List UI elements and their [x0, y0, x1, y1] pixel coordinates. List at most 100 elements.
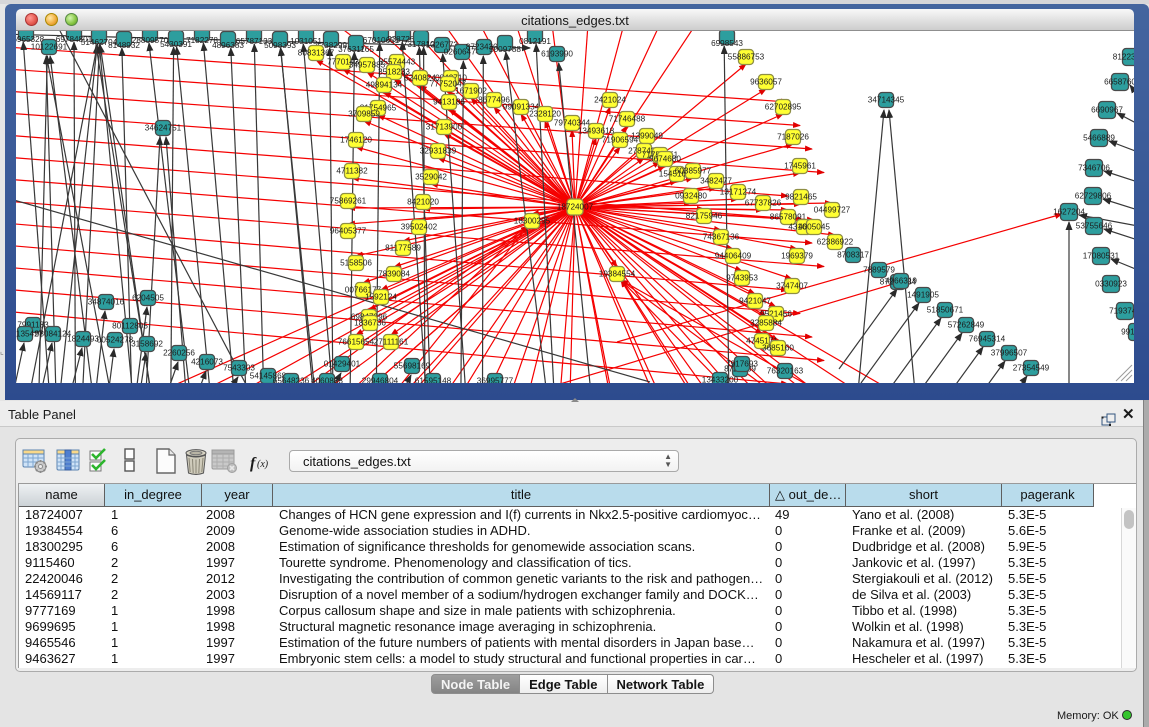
- svg-text:1746120: 1746120: [340, 136, 372, 145]
- svg-text:62729806: 62729806: [1075, 192, 1112, 201]
- svg-text:3158692: 3158692: [131, 340, 163, 349]
- svg-text:96405377: 96405377: [330, 227, 367, 236]
- svg-text:2328120: 2328120: [529, 110, 561, 119]
- svg-text:8708317: 8708317: [837, 251, 869, 260]
- svg-text:61595148: 61595148: [415, 377, 452, 384]
- svg-text:4216073: 4216073: [191, 358, 223, 367]
- svg-text:5009788: 5009788: [489, 45, 521, 54]
- svg-text:0932480: 0932480: [675, 192, 707, 201]
- svg-text:01429401: 01429401: [324, 360, 361, 369]
- svg-text:04499727: 04499727: [814, 206, 851, 215]
- svg-text:1592124: 1592124: [365, 293, 397, 302]
- svg-text:1969379: 1969379: [781, 252, 813, 261]
- svg-text:1671902: 1671902: [455, 87, 487, 96]
- svg-text:75869261: 75869261: [330, 197, 367, 206]
- svg-text:9413186: 9413186: [433, 98, 465, 107]
- svg-text:18724007: 18724007: [557, 203, 594, 212]
- svg-text:4711382: 4711382: [336, 167, 368, 176]
- svg-text:37996507: 37996507: [991, 349, 1028, 358]
- svg-text:3529042: 3529042: [415, 173, 447, 182]
- svg-text:29946804: 29946804: [362, 377, 399, 384]
- svg-text:6690967: 6690967: [1091, 106, 1123, 115]
- svg-text:5158506: 5158506: [340, 259, 372, 268]
- svg-text:27111161: 27111161: [374, 338, 409, 347]
- svg-text:94406409: 94406409: [715, 252, 752, 261]
- svg-text:18300295: 18300295: [514, 217, 551, 226]
- svg-text:5466889: 5466889: [1083, 134, 1115, 143]
- svg-text:6204505: 6204505: [132, 294, 164, 303]
- svg-text:4005045: 4005045: [798, 223, 830, 232]
- svg-text:13433200: 13433200: [702, 376, 739, 384]
- svg-text:3685160: 3685160: [762, 344, 794, 353]
- svg-text:7839084: 7839084: [378, 270, 410, 279]
- svg-text:67737826: 67737826: [745, 199, 782, 208]
- svg-text:34624751: 34624751: [145, 124, 182, 133]
- svg-text:1491905: 1491905: [907, 291, 939, 300]
- svg-text:7917693: 7917693: [726, 360, 758, 369]
- svg-text:3482477: 3482477: [700, 177, 732, 186]
- svg-text:1745961: 1745961: [784, 162, 816, 171]
- svg-text:49894134: 49894134: [366, 81, 403, 90]
- svg-text:81177589: 81177589: [385, 244, 421, 253]
- svg-text:80112805: 80112805: [112, 322, 148, 331]
- svg-text:17080531: 17080531: [1083, 252, 1120, 261]
- svg-text:8421020: 8421020: [407, 198, 439, 207]
- svg-text:76945314: 76945314: [969, 335, 1006, 344]
- svg-text:6998543: 6998543: [711, 39, 743, 48]
- svg-text:81223623: 81223623: [1113, 53, 1134, 62]
- svg-text:55698169: 55698169: [394, 362, 431, 371]
- svg-text:9821465: 9821465: [785, 193, 817, 202]
- svg-text:62386922: 62386922: [817, 238, 854, 247]
- svg-text:32931839: 32931839: [420, 147, 457, 156]
- svg-text:74367136: 74367136: [703, 233, 740, 242]
- svg-text:19384554: 19384554: [599, 270, 636, 279]
- svg-text:65648236: 65648236: [273, 377, 310, 384]
- svg-text:9743953: 9743953: [726, 274, 758, 283]
- svg-text:13493618: 13493618: [578, 127, 615, 136]
- svg-text:5674680: 5674680: [649, 155, 681, 164]
- svg-text:60385977: 60385977: [675, 167, 712, 176]
- svg-text:37631165: 37631165: [338, 45, 374, 54]
- svg-text:36995777: 36995777: [477, 377, 514, 384]
- svg-text:76320163: 76320163: [767, 367, 804, 376]
- svg-text:1824493: 1824493: [67, 335, 99, 344]
- svg-text:9421047: 9421047: [739, 297, 771, 306]
- svg-text:0330923: 0330923: [1095, 280, 1127, 289]
- svg-text:f: f: [250, 455, 257, 472]
- svg-text:1627204: 1627204: [1053, 208, 1085, 217]
- svg-text:39502402: 39502402: [401, 223, 438, 232]
- svg-text:80831367: 80831367: [298, 49, 335, 58]
- svg-text:7889579: 7889579: [863, 266, 895, 275]
- svg-text:4060883: 4060883: [311, 377, 343, 384]
- svg-text:00524278: 00524278: [97, 336, 134, 345]
- svg-text:6193990: 6193990: [541, 50, 573, 59]
- svg-text:7346706: 7346706: [1078, 164, 1110, 173]
- svg-text:13171274: 13171274: [720, 188, 757, 197]
- svg-text:3747407: 3747407: [776, 282, 808, 291]
- svg-text:4966319: 4966319: [885, 277, 917, 286]
- svg-text:0812191: 0812191: [519, 37, 551, 46]
- svg-text:53755646: 53755646: [1076, 222, 1113, 231]
- svg-text:9912419: 9912419: [1121, 328, 1134, 337]
- svg-text:62702895: 62702895: [765, 103, 802, 112]
- svg-text:6658760: 6658760: [1104, 78, 1134, 87]
- svg-text:7193745: 7193745: [1109, 307, 1134, 316]
- svg-text:34874016: 34874016: [88, 298, 125, 307]
- svg-text:9636057: 9636057: [750, 78, 782, 87]
- svg-text:71746488: 71746488: [609, 115, 646, 124]
- svg-text:76615654: 76615654: [338, 338, 375, 347]
- svg-text:7187026: 7187026: [777, 133, 809, 142]
- svg-text:3285884: 3285884: [750, 319, 782, 328]
- svg-text:57262849: 57262849: [948, 321, 985, 330]
- svg-text:2260256: 2260256: [163, 349, 195, 358]
- svg-text:55886753: 55886753: [728, 53, 765, 62]
- svg-text:82175946: 82175946: [686, 212, 723, 221]
- svg-text:3709859: 3709859: [348, 110, 380, 119]
- svg-text:(x): (x): [257, 459, 269, 470]
- svg-text:27354549: 27354549: [1013, 364, 1050, 373]
- svg-text:31713900: 31713900: [426, 123, 463, 132]
- svg-text:51850671: 51850671: [927, 306, 964, 315]
- svg-text:1399049: 1399049: [631, 132, 663, 141]
- svg-text:1836736: 1836736: [354, 319, 386, 328]
- svg-text:34714345: 34714345: [868, 96, 905, 105]
